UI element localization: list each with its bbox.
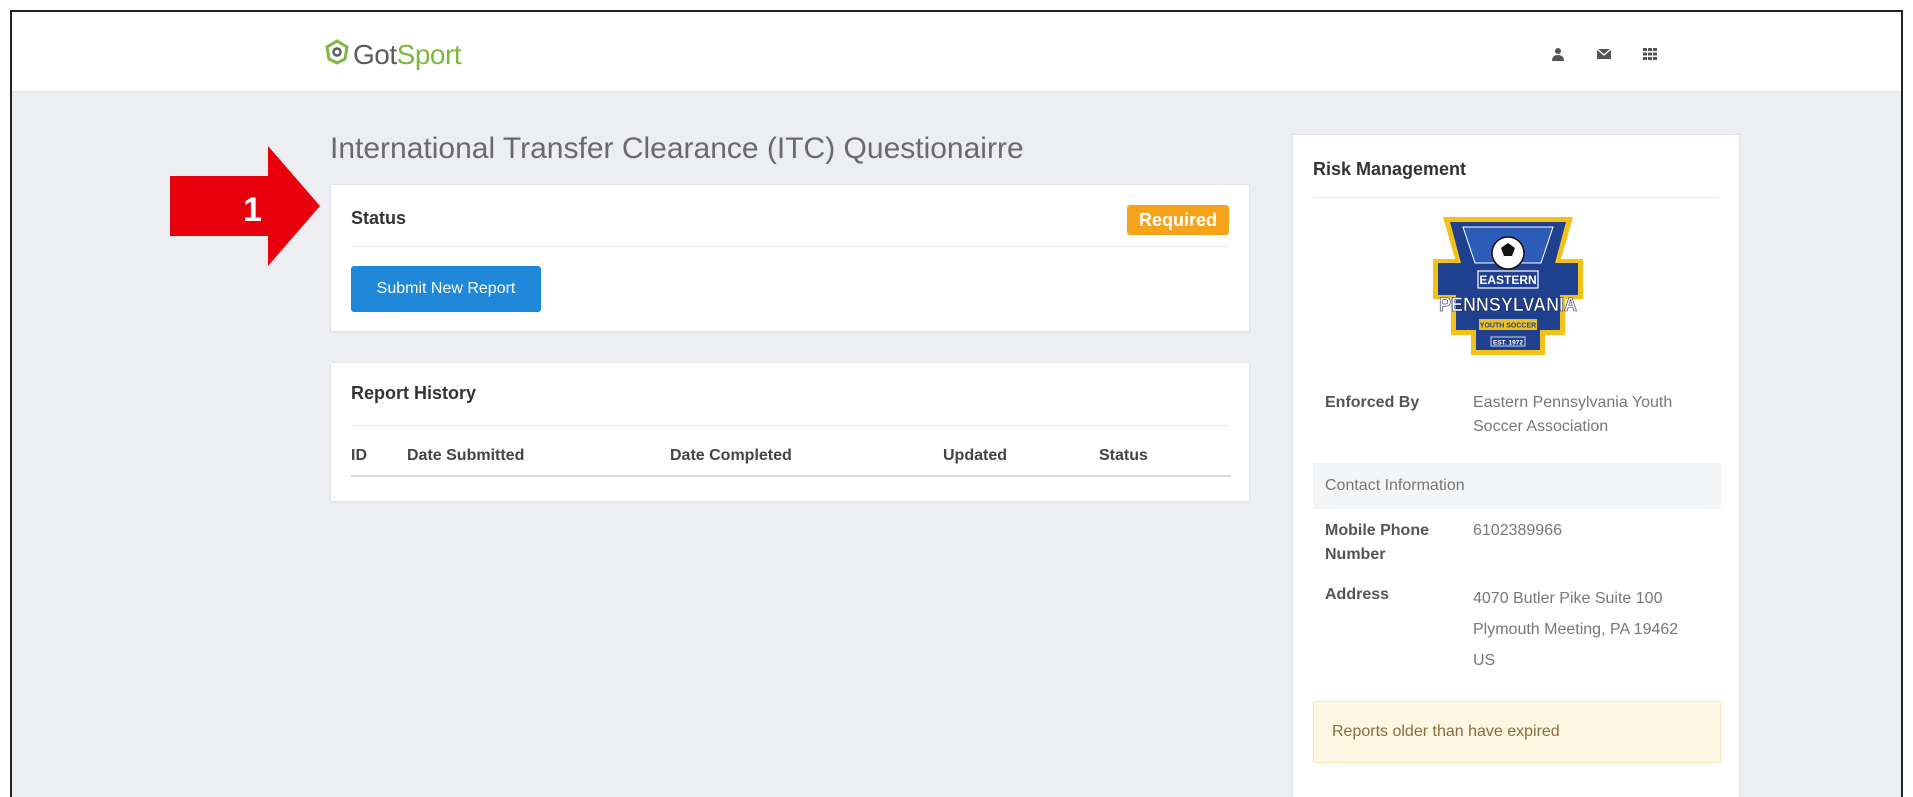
mobile-phone-label-line1: Mobile Phone [1325, 522, 1429, 539]
enforced-by-label: Enforced By [1325, 394, 1420, 411]
status-card-title: Status [351, 208, 407, 228]
risk-management-title: Risk Management [1313, 159, 1467, 179]
enforced-by-value-line2: Soccer Association [1473, 418, 1609, 435]
crest-text-sub: YOUTH SOCCER [1480, 323, 1536, 330]
column-header-date-submitted[interactable]: Date Submitted [407, 443, 670, 477]
envelope-icon[interactable] [1596, 46, 1612, 62]
gotsport-logo-icon [325, 38, 349, 72]
enforced-by-value-line1: Eastern Pennsylvania Youth [1473, 394, 1673, 411]
table-header-row: ID Date Submitted Date Completed Updated… [351, 443, 1231, 477]
contact-information-header: Contact Information [1313, 463, 1721, 509]
address-line3: US [1473, 652, 1496, 669]
report-history-table: ID Date Submitted Date Completed Updated… [351, 443, 1231, 477]
crest-text-top: EASTERN [1479, 273, 1536, 287]
annotation-marker-2: 2 [1717, 500, 1736, 538]
divider [351, 425, 1229, 426]
column-header-updated[interactable]: Updated [943, 443, 1099, 477]
submit-new-report-button[interactable]: Submit New Report [351, 266, 541, 312]
column-header-date-completed[interactable]: Date Completed [670, 443, 943, 477]
column-header-status[interactable]: Status [1099, 443, 1231, 477]
gotsport-logo[interactable]: Got Sport [325, 38, 462, 72]
enforced-by-row: Enforced By Eastern Pennsylvania Youth S… [1313, 391, 1721, 451]
address-row: Address 4070 Butler Pike Suite 100 Plymo… [1313, 583, 1721, 683]
app-frame: Got Sport International Transfer Clearan… [10, 10, 1903, 797]
report-history-title: Report History [351, 383, 477, 403]
column-header-id[interactable]: ID [351, 443, 407, 477]
crest-text-main: PENNSYLVANIA [1439, 295, 1577, 316]
address-label: Address [1325, 586, 1390, 603]
risk-management-card: Risk Management EASTERN PENNSYLVANIA YOU… [1292, 134, 1740, 797]
divider [1313, 197, 1719, 198]
nav-icons [1550, 46, 1658, 62]
address-line2: Plymouth Meeting, PA 19462 [1473, 621, 1679, 638]
status-badge: Required [1126, 205, 1229, 235]
crest-text-est: EST. 1972 [1493, 340, 1523, 347]
expired-reports-alert: Reports older than have expired [1313, 701, 1721, 763]
page-title: International Transfer Clearance (ITC) Q… [330, 132, 1024, 165]
mobile-phone-label-line2: Number [1325, 546, 1386, 563]
mobile-phone-row: Mobile Phone Number 6102389966 [1313, 519, 1721, 579]
eastern-pennsylvania-youth-soccer-crest: EASTERN PENNSYLVANIA YOUTH SOCCER EST. 1… [1433, 215, 1583, 378]
status-card-header: Status Required [351, 205, 1229, 247]
address-line1: 4070 Butler Pike Suite 100 [1473, 590, 1663, 607]
user-icon[interactable] [1550, 46, 1566, 62]
logo-text-sport: Sport [396, 39, 462, 70]
logo-text-got: Got [353, 39, 397, 70]
top-navbar: Got Sport [12, 12, 1901, 92]
mobile-phone-value[interactable]: 6102389966 [1473, 519, 1562, 543]
status-card: Status Required Submit New Report [330, 184, 1250, 332]
annotation-marker-1: 1 [243, 191, 262, 229]
grid-icon[interactable] [1642, 46, 1658, 62]
report-history-card: Report History ID Date Submitted Date Co… [330, 362, 1250, 502]
